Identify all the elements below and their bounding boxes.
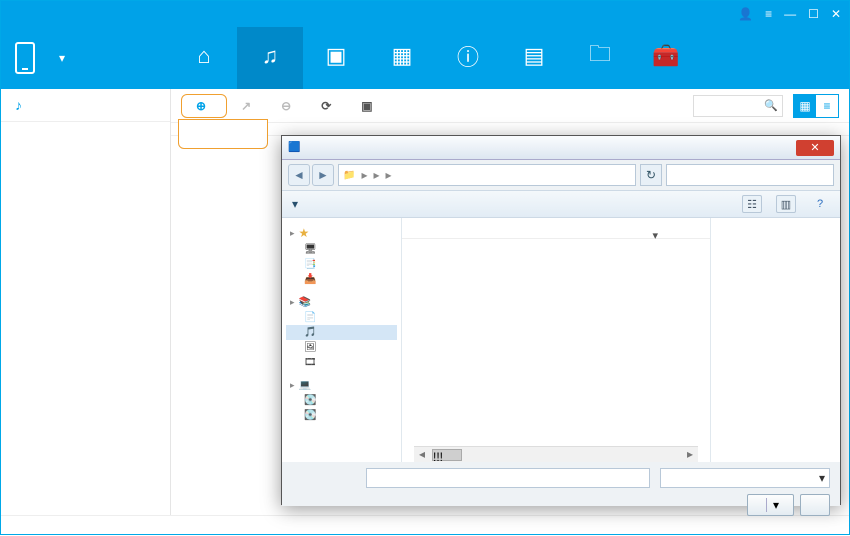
breadcrumb[interactable]: 📁 (338, 164, 636, 186)
refresh-icon: ⟳ (321, 99, 331, 113)
info-icon: ⓘ (457, 43, 479, 69)
dialog-file-pane: ▾ !!! (402, 218, 710, 462)
help-button[interactable]: ? (810, 195, 830, 213)
preview-pane-button[interactable]: ▥ (776, 195, 796, 213)
nav-computer[interactable]: 💻 (286, 378, 397, 393)
nav-documents[interactable]: 📄 (286, 310, 397, 325)
add-dropdown (178, 119, 268, 149)
nav-home[interactable]: ⌂ (171, 27, 237, 89)
nav-music[interactable]: ♫ (237, 27, 303, 89)
dialog-search-input[interactable] (666, 164, 834, 186)
toolbox-icon: 🧰 (652, 43, 679, 69)
back-button[interactable]: ◄ (288, 164, 310, 186)
add-folder-item[interactable] (179, 134, 267, 144)
arrange-by[interactable]: ▾ (652, 228, 658, 242)
dialog-footer: ▾ ▾ (282, 462, 840, 506)
export-icon: ↗ (241, 99, 251, 113)
photos-icon: ▦ (392, 43, 413, 69)
filename-input[interactable] (366, 468, 650, 488)
file-column-name[interactable] (402, 230, 710, 239)
nav-disk-d[interactable]: 💽 (286, 408, 397, 423)
music-icon: ♪ (15, 97, 22, 113)
dedup-icon: ▣ (361, 99, 372, 113)
minimize-icon[interactable]: — (784, 7, 796, 21)
dialog-nav-pane: ★ 🖥 📑 📥 📚 📄 🎵 🖼 🎞 💻 💽 💽 (282, 218, 402, 462)
delete-icon: ⊖ (281, 99, 291, 113)
nav-libraries[interactable]: 📚 (286, 295, 397, 310)
nav-downloads[interactable]: 📥 (286, 272, 397, 287)
nav-videos[interactable]: 🎞 (286, 355, 397, 370)
nav-desktop[interactable]: 🖥 (286, 242, 397, 257)
status-bar (1, 515, 849, 536)
maximize-icon[interactable]: ☐ (808, 7, 819, 21)
dialog-toolbar: ▾ ☷ ▥ ? (282, 190, 840, 218)
dialog-close-button[interactable]: ✕ (796, 140, 834, 156)
nav-photos[interactable]: ▦ (369, 27, 435, 89)
organize-button[interactable]: ▾ (292, 197, 298, 211)
phone-icon (15, 42, 35, 74)
sidebar-head-music[interactable]: ♪ (1, 89, 170, 122)
dialog-titlebar: 🟦 ✕ (282, 136, 840, 160)
horizontal-scrollbar[interactable]: !!! (414, 446, 698, 462)
nav-videos[interactable]: ▣ (303, 27, 369, 89)
home-icon: ⌂ (197, 43, 210, 69)
nav-apps[interactable]: ▤ (501, 27, 567, 89)
nav-explorer[interactable]: 🗀 (567, 27, 633, 89)
plus-icon: ⊕ (196, 99, 206, 113)
view-options-button[interactable]: ☷ (742, 195, 762, 213)
deduplicate-button[interactable]: ▣ (351, 95, 388, 117)
music-icon: ♫ (262, 43, 279, 69)
view-grid-button[interactable]: ▦ (794, 95, 816, 117)
folder-icon: 📁 (343, 170, 355, 181)
view-list-button[interactable]: ≡ (816, 95, 838, 117)
nav-toolbox[interactable]: 🧰 (633, 27, 699, 89)
add-file-item[interactable] (179, 124, 267, 134)
nav-pictures[interactable]: 🖼 (286, 340, 397, 355)
forward-button[interactable]: ► (312, 164, 334, 186)
titlebar: 👤 ≡ — ☐ ✕ (1, 1, 849, 27)
close-icon[interactable]: ✕ (831, 7, 841, 21)
delete-button[interactable]: ⊖ (271, 95, 307, 117)
sidebar: ♪ (1, 89, 171, 515)
navbar: ▾ ⌂ ♫ ▣ ▦ ⓘ ▤ 🗀 🧰 (1, 27, 849, 89)
menu-icon[interactable]: ≡ (765, 7, 772, 21)
explorer-icon: 🗀 (589, 43, 611, 69)
cancel-button[interactable] (800, 494, 830, 516)
device-info[interactable]: ▾ (15, 27, 171, 89)
user-icon[interactable]: 👤 (738, 7, 753, 21)
toolbar: ⊕ ↗ ⊖ ⟳ ▣ ▦ ≡ ↖ (171, 89, 849, 123)
refresh-button[interactable]: ⟳ (311, 95, 347, 117)
search-input[interactable] (693, 95, 783, 117)
chevron-down-icon[interactable]: ▾ (59, 51, 65, 65)
window-controls: 👤 ≡ — ☐ ✕ (738, 7, 841, 21)
app-icon: 🟦 (288, 142, 300, 153)
nav-recent[interactable]: 📑 (286, 257, 397, 272)
open-button[interactable]: ▾ (747, 494, 794, 516)
address-refresh-button[interactable]: ↻ (640, 164, 662, 186)
export-button[interactable]: ↗ (231, 95, 267, 117)
add-button[interactable]: ⊕ (181, 94, 227, 118)
nav-favorites[interactable]: ★ (286, 224, 397, 242)
videos-icon: ▣ (326, 43, 347, 69)
file-type-filter[interactable]: ▾ (660, 468, 830, 488)
preview-pane (710, 218, 840, 462)
nav-information[interactable]: ⓘ (435, 27, 501, 89)
apps-icon: ▤ (524, 43, 545, 69)
open-dialog: 🟦 ✕ ◄ ► 📁 ↻ ▾ ☷ ▥ ? ★ 🖥 📑 📥 (281, 135, 841, 505)
nav-disk-c[interactable]: 💽 (286, 393, 397, 408)
sidebar-section-playlists (1, 122, 170, 138)
nav-music[interactable]: 🎵 (286, 325, 397, 340)
view-toggle: ▦ ≡ (793, 94, 839, 118)
dialog-address-bar: ◄ ► 📁 ↻ (282, 160, 840, 190)
